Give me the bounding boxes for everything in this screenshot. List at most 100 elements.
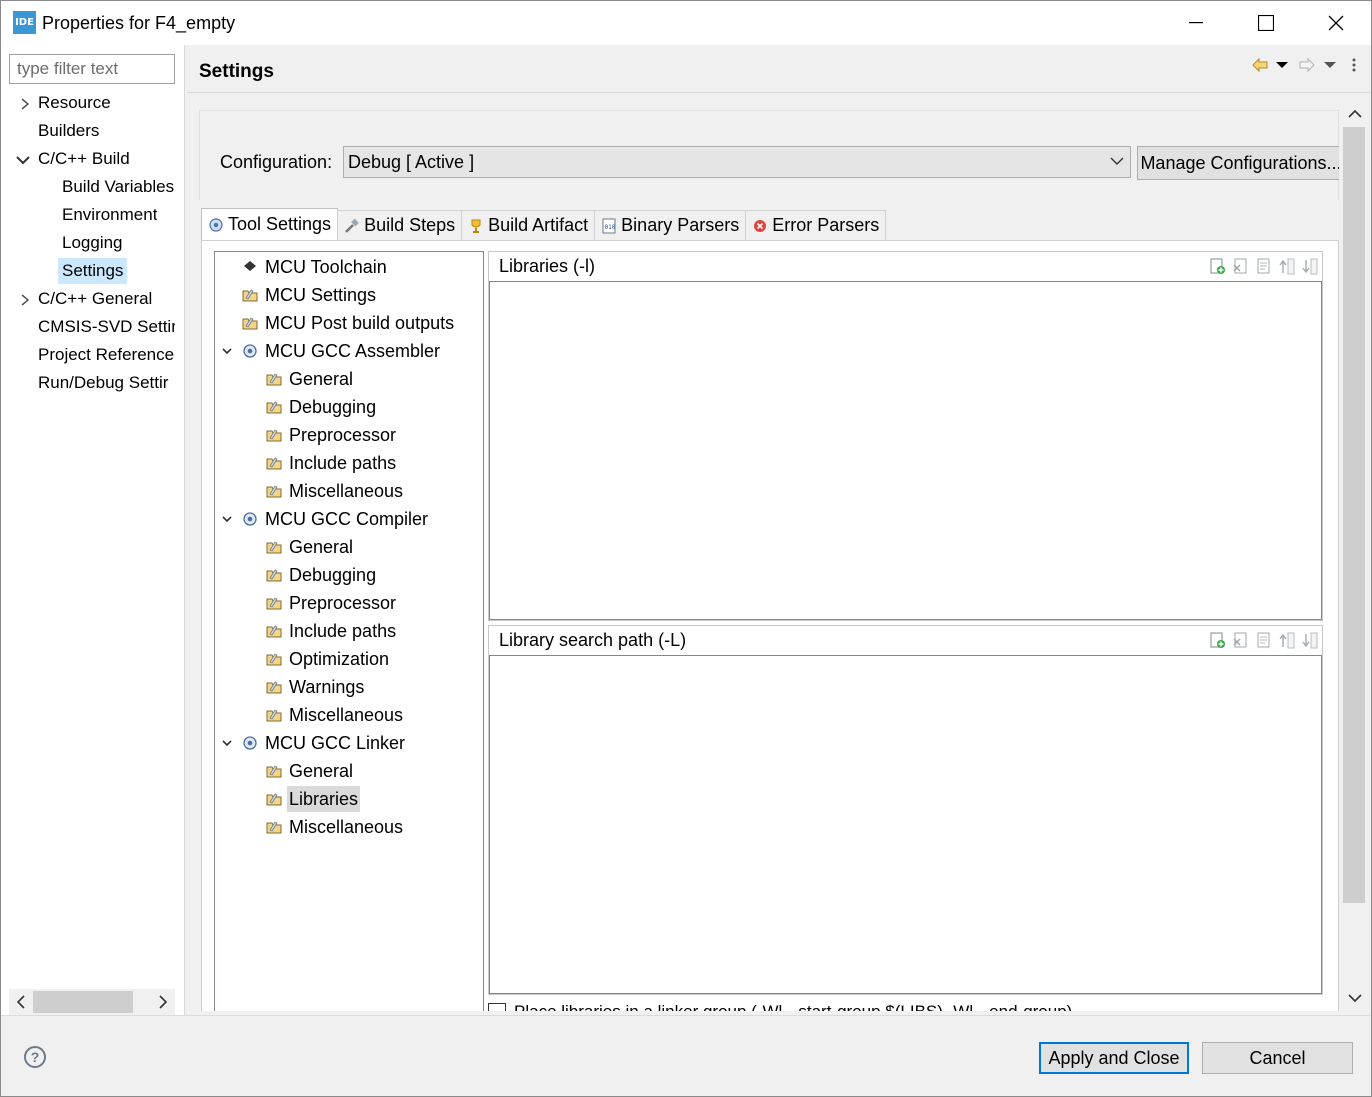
nav-item-logging[interactable]: Logging	[62, 230, 123, 256]
tree-item[interactable]: General	[265, 366, 355, 392]
forward-history-dropdown[interactable]	[1324, 57, 1336, 73]
nav-item-build-variables[interactable]: Build Variables	[62, 174, 182, 200]
help-button[interactable]: ?	[24, 1046, 46, 1068]
options-folder-icon	[265, 454, 283, 472]
checkbox-box[interactable]	[488, 1003, 506, 1011]
tree-item-label: MCU Toolchain	[265, 257, 387, 277]
trophy-icon	[471, 219, 481, 233]
tab-tool-settings[interactable]: Tool Settings	[201, 208, 339, 240]
scrollbar-thumb[interactable]	[1343, 127, 1365, 903]
scroll-up-arrow[interactable]	[1340, 101, 1370, 127]
chevron-down-icon[interactable]	[16, 153, 30, 167]
tree-item[interactable]: Include paths	[265, 618, 398, 644]
tab-error-parsers[interactable]: Error Parsers	[745, 210, 887, 240]
nav-item-cpp-general[interactable]: C/C++ General	[38, 286, 152, 312]
tree-item[interactable]: MCU Settings	[241, 282, 378, 308]
scrollbar-thumb[interactable]	[33, 991, 133, 1013]
edit-icon[interactable]	[1255, 632, 1272, 649]
tree-item[interactable]: Preprocessor	[265, 422, 398, 448]
back-history-dropdown[interactable]	[1276, 57, 1288, 73]
chevron-down-icon	[1348, 994, 1362, 1003]
tree-item[interactable]: Libraries	[265, 786, 361, 812]
tab-build-artifact[interactable]: Build Artifact	[461, 210, 596, 240]
options-folder-icon	[265, 566, 283, 584]
move-up-icon[interactable]	[1278, 632, 1295, 649]
chevron-down-icon[interactable]	[221, 513, 233, 525]
tree-item[interactable]: MCU Post build outputs	[241, 310, 456, 336]
filter-input[interactable]	[9, 54, 175, 84]
minimize-button[interactable]	[1161, 1, 1231, 45]
move-up-icon[interactable]	[1278, 258, 1295, 275]
scroll-left-arrow[interactable]	[9, 989, 33, 1015]
maximize-button[interactable]	[1231, 1, 1301, 45]
options-folder-icon	[265, 790, 283, 808]
tree-item[interactable]: Optimization	[265, 646, 391, 672]
move-down-icon[interactable]	[1301, 258, 1318, 275]
maximize-icon	[1258, 15, 1274, 31]
tree-item[interactable]: General	[265, 534, 355, 560]
tree-item-label: Warnings	[289, 677, 365, 697]
tree-item[interactable]: Miscellaneous	[265, 814, 405, 840]
tree-item[interactable]: Preprocessor	[265, 590, 398, 616]
tree-item[interactable]: Debugging	[265, 562, 378, 588]
library-search-path-panel: Library search path (-L)	[488, 625, 1323, 995]
chevron-right-icon[interactable]	[18, 293, 32, 307]
tree-item[interactable]: MCU GCC Linker	[241, 730, 407, 756]
linker-group-checkbox[interactable]: Place libraries in a linker group (-Wl,-…	[488, 1002, 1072, 1011]
chevron-down-icon[interactable]	[221, 345, 233, 357]
ide-app-icon: IDE	[13, 11, 36, 34]
libraries-list[interactable]	[489, 282, 1322, 620]
tree-item-label: General	[289, 761, 354, 781]
close-button[interactable]	[1301, 1, 1371, 45]
tree-item[interactable]: Warnings	[265, 674, 366, 700]
chevron-right-icon[interactable]	[18, 97, 32, 111]
scroll-down-arrow[interactable]	[1340, 985, 1370, 1011]
nav-item-cmsis-svd[interactable]: CMSIS-SVD Settir	[38, 314, 175, 340]
edit-icon[interactable]	[1255, 258, 1272, 275]
delete-icon[interactable]	[1232, 632, 1249, 649]
add-icon[interactable]	[1209, 632, 1226, 649]
dropdown-arrow-icon	[1324, 62, 1336, 68]
nav-item-project-references[interactable]: Project References	[38, 342, 175, 368]
forward-button[interactable]	[1299, 57, 1315, 73]
cancel-button[interactable]: Cancel	[1202, 1042, 1353, 1074]
nav-item-resource[interactable]: Resource	[38, 90, 111, 116]
nav-horizontal-scrollbar[interactable]	[9, 989, 175, 1015]
chevron-down-icon[interactable]	[221, 737, 233, 749]
nav-item-builders[interactable]: Builders	[38, 118, 99, 144]
tree-item[interactable]: Miscellaneous	[265, 478, 405, 504]
nav-item-settings[interactable]: Settings	[58, 258, 128, 284]
configuration-select[interactable]: Debug [ Active ]	[343, 146, 1131, 178]
scroll-right-arrow[interactable]	[151, 989, 175, 1015]
tree-item-label: Preprocessor	[289, 593, 397, 613]
tree-item[interactable]: MCU GCC Compiler	[241, 506, 430, 532]
tree-item[interactable]: Miscellaneous	[265, 702, 405, 728]
view-menu-button[interactable]	[1352, 57, 1356, 73]
library-search-path-list[interactable]	[489, 656, 1322, 994]
move-down-icon[interactable]	[1301, 632, 1318, 649]
tree-item[interactable]: Debugging	[265, 394, 378, 420]
delete-icon[interactable]	[1232, 258, 1249, 275]
back-button[interactable]	[1252, 57, 1268, 73]
libraries-list-panel: Libraries (-l)	[488, 251, 1323, 621]
nav-item-run-debug[interactable]: Run/Debug Settir	[38, 370, 175, 396]
nav-item-cpp-build[interactable]: C/C++ Build	[38, 146, 130, 172]
options-folder-icon	[265, 594, 283, 612]
tree-item[interactable]: MCU Toolchain	[241, 254, 389, 280]
tab-binary-parsers[interactable]: 010 Binary Parsers	[594, 210, 747, 240]
tree-item-label: Include paths	[289, 453, 397, 473]
tree-item[interactable]: Include paths	[265, 450, 398, 476]
options-folder-icon	[265, 678, 283, 696]
tree-item-label: MCU GCC Linker	[265, 733, 406, 753]
settings-content: Configuration: Debug [ Active ] Manage C…	[187, 94, 1339, 1011]
add-icon[interactable]	[1209, 258, 1226, 275]
content-vertical-scrollbar[interactable]	[1340, 101, 1370, 1013]
tree-item[interactable]: MCU GCC Assembler	[241, 338, 442, 364]
tab-build-steps[interactable]: Build Steps	[337, 210, 463, 240]
apply-and-close-button[interactable]: Apply and Close	[1039, 1042, 1189, 1074]
options-folder-icon	[265, 426, 283, 444]
tree-item[interactable]: General	[265, 758, 355, 784]
minimize-icon	[1189, 22, 1203, 24]
manage-configurations-button[interactable]: Manage Configurations...	[1137, 146, 1339, 180]
nav-item-environment[interactable]: Environment	[62, 202, 157, 228]
